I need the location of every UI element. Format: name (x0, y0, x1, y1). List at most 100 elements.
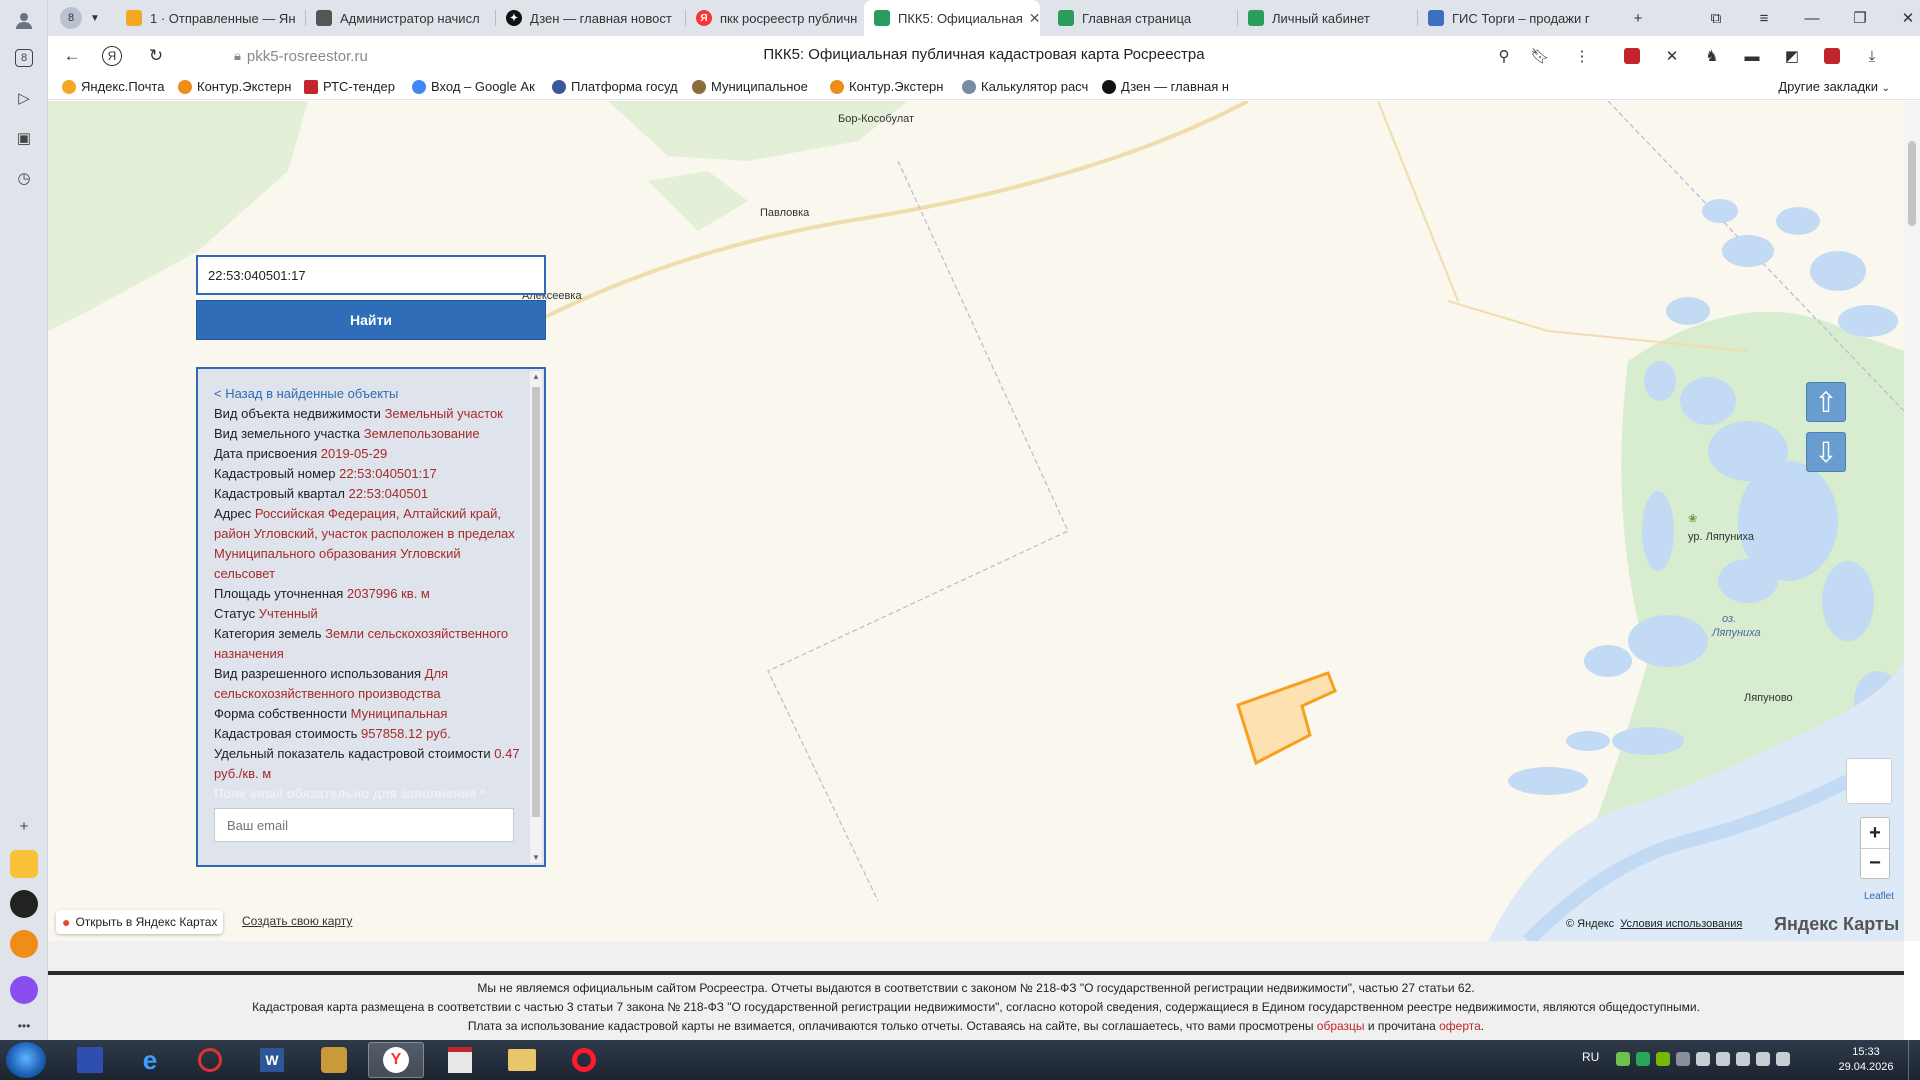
tab-list-button[interactable]: 8 ▼ (50, 0, 114, 36)
puzzle-extension-icon[interactable]: ◩ (1778, 42, 1806, 70)
bookmark-item[interactable]: Вход – Google Ак (412, 79, 540, 94)
tab-personal-cabinet[interactable]: Личный кабинет (1238, 0, 1418, 36)
find-button[interactable]: Найти (196, 300, 546, 340)
nvidia-icon[interactable] (1656, 1052, 1670, 1066)
tray-app-icon[interactable] (1636, 1052, 1650, 1066)
email-field[interactable] (214, 808, 514, 842)
info-scroll-thumb[interactable] (532, 387, 540, 817)
ie-icon[interactable]: e (122, 1042, 178, 1078)
bookmark-item[interactable]: РТС-тендер (304, 79, 404, 94)
show-desktop-button[interactable] (1908, 1040, 1920, 1080)
url-host: pkk5-rosreestor.ru (246, 47, 368, 65)
url-field[interactable]: 🔒︎ pkk5-rosreestor.ru (234, 40, 1614, 72)
cat-extension-icon[interactable]: ♞ (1698, 42, 1726, 70)
app-icon[interactable] (306, 1042, 362, 1078)
footer-line: Мы не являемся официальным сайтом Росрее… (477, 981, 1475, 995)
leaflet-attribution[interactable]: Leaflet (1864, 891, 1894, 902)
zoom-out-button[interactable]: − (1861, 848, 1889, 878)
create-map-link[interactable]: Создать свою карту (242, 914, 352, 928)
cadastral-search-input[interactable] (196, 255, 546, 295)
add-panel-icon[interactable]: + (10, 812, 38, 840)
start-button-icon[interactable] (6, 1042, 46, 1078)
browser-sidebar: 8 ▷ ▣ ◷ + ••• (0, 0, 48, 1040)
location-icon[interactable]: ⚲ (1490, 42, 1518, 70)
clock[interactable]: 15:33 29.04.2026 (1836, 1045, 1896, 1075)
notes-app-icon[interactable] (10, 850, 38, 878)
tab-yandex-search[interactable]: Я пкк росреестр публичн (686, 0, 876, 36)
bookmark-item[interactable]: Контур.Экстерн (178, 79, 296, 94)
network-icon[interactable] (1696, 1052, 1710, 1066)
tray-app-icon[interactable] (1676, 1052, 1690, 1066)
mail-app-icon[interactable] (10, 930, 38, 958)
volume-icon[interactable] (1776, 1052, 1790, 1066)
pdf-app-icon[interactable] (432, 1042, 488, 1078)
menu-icon[interactable]: ≡ (1744, 0, 1784, 36)
bookmark-item[interactable]: Платформа госуд (552, 79, 684, 94)
tab-sent-mail[interactable]: 1 · Отправленные — Ян (116, 0, 306, 36)
page-scrollbar[interactable] (1904, 101, 1920, 941)
adblock-extension-icon[interactable] (1618, 42, 1646, 70)
open-in-yandex-maps-button[interactable]: ● Открыть в Яндекс Картах (56, 910, 224, 934)
yandex-browser-icon[interactable]: Y (368, 1042, 424, 1078)
tabs-counter-icon[interactable]: 8 (10, 44, 38, 72)
music-app-icon[interactable] (10, 890, 38, 918)
reload-icon[interactable]: ↻ (142, 42, 170, 70)
yandex-home-icon[interactable]: Я (98, 42, 126, 70)
bookmark-item[interactable]: Контур.Экстерн (830, 79, 950, 94)
play-icon[interactable]: ▷ (10, 84, 38, 112)
back-icon[interactable]: ← (58, 42, 86, 70)
bookmark-item[interactable]: Яндекс.Почта (62, 79, 174, 94)
folder-icon[interactable] (494, 1042, 550, 1078)
other-bookmarks[interactable]: Другие закладки ⌄ (1778, 79, 1890, 94)
pan-down-button[interactable]: ⇩ (1806, 432, 1846, 472)
opera-icon[interactable] (556, 1042, 612, 1078)
display-icon[interactable] (1756, 1052, 1770, 1066)
alice-icon[interactable] (10, 976, 38, 1004)
history-icon[interactable]: ◷ (10, 164, 38, 192)
camera-icon[interactable]: ▣ (10, 124, 38, 152)
word-icon[interactable]: W (244, 1042, 300, 1078)
page-favicon-icon (316, 10, 332, 26)
battery-icon[interactable] (1716, 1052, 1730, 1066)
close-window-icon[interactable]: ✕ (1888, 0, 1920, 36)
flag-icon[interactable] (1736, 1052, 1750, 1066)
more-icon[interactable]: ••• (10, 1012, 38, 1040)
profile-icon[interactable] (10, 6, 38, 34)
kontur-extension-icon[interactable]: ✕ (1658, 42, 1686, 70)
tab-pkk5-active[interactable]: ПКК5: Официальная ✕ (864, 0, 1040, 36)
pan-up-button[interactable]: ⇧ (1806, 382, 1846, 422)
save-app-icon[interactable] (62, 1042, 118, 1078)
tab-main-page[interactable]: Главная страница (1048, 0, 1238, 36)
zoom-in-button[interactable]: + (1861, 818, 1889, 848)
office-extension-icon[interactable] (1818, 42, 1846, 70)
download-icon[interactable]: ⤓ (1858, 42, 1886, 70)
collections-icon[interactable]: ⧉ (1696, 0, 1736, 36)
tab-dzen[interactable]: ✦ Дзен — главная новост (496, 0, 686, 36)
tab-admin[interactable]: Администратор начисл (306, 0, 496, 36)
ccleaner-icon[interactable] (182, 1042, 238, 1078)
scroll-down-icon[interactable]: ▼ (530, 853, 542, 862)
place-label: Ляпуново (1744, 692, 1793, 704)
minimize-icon[interactable]: — (1792, 0, 1832, 36)
new-tab-icon[interactable]: + (1618, 0, 1658, 36)
tab-gis-torgi[interactable]: ГИС Торги – продажи г (1418, 0, 1600, 36)
bookmark-icon[interactable]: 🔖︎ (1526, 42, 1554, 70)
bookmark-item[interactable]: Муниципальное (692, 79, 814, 94)
tray-app-icon[interactable] (1616, 1052, 1630, 1066)
scroll-up-icon[interactable]: ▲ (530, 372, 542, 381)
language-indicator[interactable]: RU (1582, 1050, 1599, 1064)
close-tab-icon[interactable]: ✕ (1023, 10, 1040, 27)
scroll-thumb[interactable] (1908, 141, 1916, 226)
offer-link[interactable]: оферта (1439, 1019, 1481, 1033)
object-info-panel: < Назад в найденные объекты Вид объекта … (196, 367, 546, 867)
terms-link[interactable]: Условия использования (1620, 918, 1742, 930)
samples-link[interactable]: образцы (1317, 1019, 1365, 1033)
restore-icon[interactable]: ❐ (1840, 0, 1880, 36)
more-vertical-icon[interactable]: ⋮ (1568, 42, 1596, 70)
back-to-results-link[interactable]: < Назад в найденные объекты (214, 384, 524, 404)
hat-extension-icon[interactable]: ▬ (1738, 42, 1766, 70)
info-scrollbar[interactable]: ▲ ▼ (530, 371, 542, 863)
bookmark-item[interactable]: Калькулятор расч (962, 79, 1090, 94)
bookmark-item[interactable]: Дзен — главная н (1102, 79, 1228, 94)
layers-button[interactable] (1846, 758, 1892, 804)
